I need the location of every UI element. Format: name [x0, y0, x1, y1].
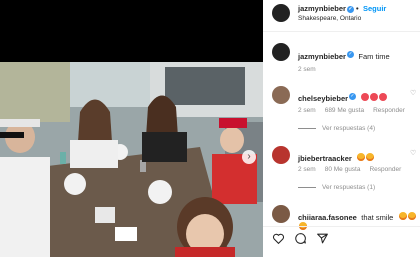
caption-username[interactable]: jazmynbieber — [298, 52, 346, 61]
commenter-avatar[interactable] — [272, 86, 290, 104]
comment-meta: 2 sem 689 Me gusta Responder — [298, 107, 414, 114]
smiling-face-emoji-icon — [357, 152, 366, 161]
comment-likes[interactable]: 80 Me gusta — [325, 166, 361, 173]
verified-badge-icon: ✓ — [349, 93, 357, 101]
reply-button[interactable]: Responder — [369, 166, 401, 173]
header-divider — [263, 31, 420, 32]
comment-meta: 2 sem 80 Me gusta Responder — [298, 166, 410, 173]
comment-username[interactable]: chelseybieber — [298, 94, 348, 103]
reply-button[interactable]: Responder — [373, 107, 405, 114]
red-heart-emoji-icon — [379, 92, 388, 101]
post-sidebar: jazmynbieber ✓ • Seguir Shakespeare, Ontar… — [263, 0, 420, 257]
comment-age: 2 sem — [298, 166, 316, 173]
author-username[interactable]: jazmynbieber — [298, 4, 346, 13]
comment-line: chelseybieber ✓ — [298, 88, 388, 106]
comment-icon[interactable] — [294, 232, 307, 245]
post-photo[interactable] — [0, 62, 263, 257]
post-media-pane: › — [0, 0, 263, 257]
view-replies-button[interactable]: Ver respuestas (1) — [298, 184, 375, 191]
caption-line: jazmynbieber ✓ Fam time — [298, 46, 390, 64]
view-replies-label: Ver respuestas (4) — [322, 125, 376, 132]
comment-age: 2 sem — [298, 107, 316, 114]
verified-badge-icon: ✓ — [346, 5, 354, 13]
red-heart-emoji-icon — [361, 92, 370, 101]
smiling-face-emoji-icon — [366, 152, 375, 161]
share-icon[interactable] — [316, 232, 329, 245]
comment-line: jbiebertraacker — [298, 148, 375, 166]
actions-divider — [263, 226, 420, 227]
chevron-right-icon: › — [247, 151, 251, 162]
comment-like-heart-icon[interactable]: ♡ — [410, 89, 416, 97]
smiling-face-emoji-icon — [398, 211, 407, 220]
comment-text: that smile — [361, 213, 394, 222]
view-replies-label: Ver respuestas (1) — [322, 184, 376, 191]
commenter-avatar[interactable] — [272, 146, 290, 164]
comment-like-heart-icon[interactable]: ♡ — [410, 149, 416, 157]
author-avatar[interactable] — [272, 4, 290, 22]
caption-age: 2 sem — [298, 66, 316, 73]
replies-line — [298, 127, 316, 129]
view-replies-button[interactable]: Ver respuestas (4) — [298, 125, 375, 132]
comment-username[interactable]: jbiebertraacker — [298, 154, 352, 163]
author-avatar[interactable] — [272, 43, 290, 61]
post-actions-bar — [263, 228, 420, 248]
comment-likes[interactable]: 689 Me gusta — [325, 107, 364, 114]
author-username-line: jazmynbieber ✓ • — [298, 4, 361, 13]
follow-button[interactable]: Seguir — [363, 4, 386, 13]
comment-line: chiiaraa.fasonee that smile — [298, 207, 416, 225]
separator-dot: • — [355, 4, 359, 13]
commenter-avatar[interactable] — [272, 205, 290, 223]
next-photo-button[interactable]: › — [242, 150, 256, 164]
post-header: jazmynbieber ✓ • Seguir Shakespeare, Ontar… — [263, 0, 420, 31]
post-location[interactable]: Shakespeare, Ontario — [298, 15, 361, 22]
verified-badge-icon: ✓ — [346, 51, 354, 59]
red-heart-emoji-icon — [370, 92, 379, 101]
caption-text: Fam time — [358, 52, 390, 61]
smiling-face-emoji-icon — [407, 211, 416, 220]
replies-line — [298, 186, 316, 188]
heart-icon[interactable] — [272, 232, 285, 245]
